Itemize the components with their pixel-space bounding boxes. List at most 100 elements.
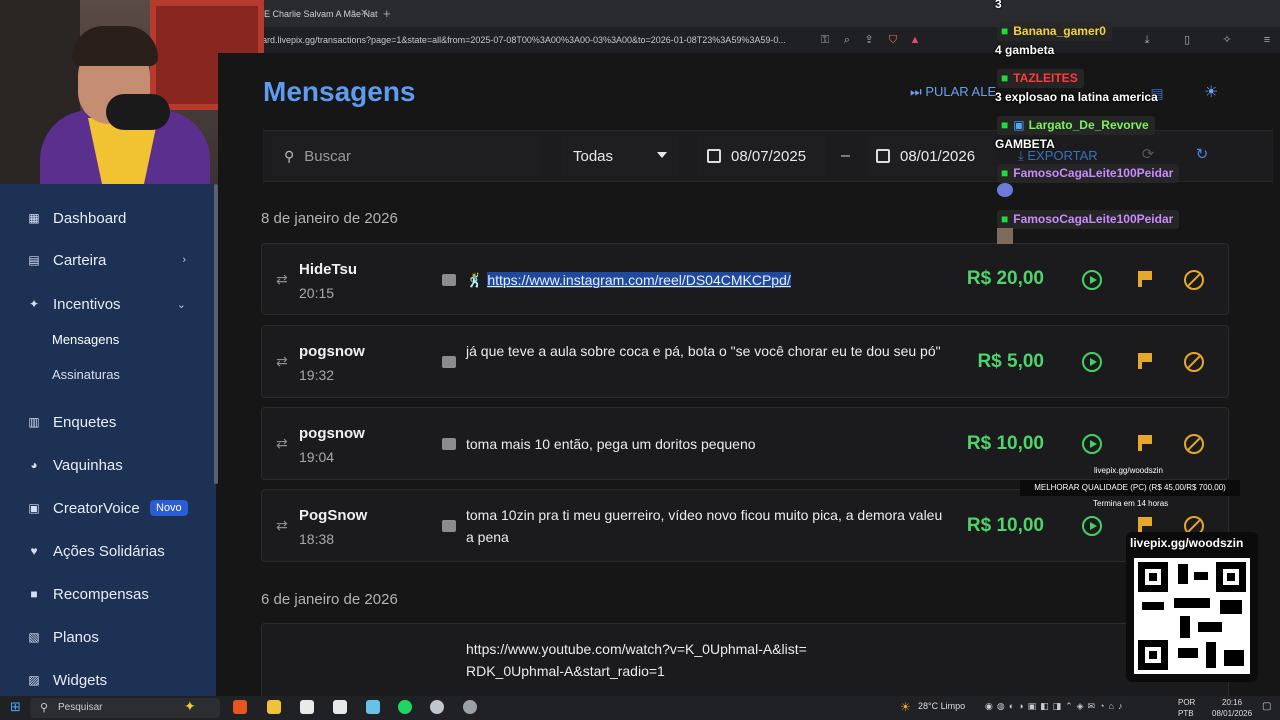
- qr-finder: [1138, 640, 1168, 670]
- skip-icon: ⏭: [910, 84, 926, 99]
- message-link[interactable]: https://www.instagram.com/reel/DS04CMKCP…: [487, 272, 791, 288]
- message-icon: [442, 274, 456, 286]
- row-user: PogSnow: [299, 507, 368, 524]
- file-explorer-icon[interactable]: [267, 700, 281, 714]
- brave-browser-icon[interactable]: [233, 700, 247, 714]
- tray-icons[interactable]: ◉◍◐◑▣◧◨⌃◈✉◔⌂♪: [985, 701, 1126, 712]
- download-icon[interactable]: ⤓: [1140, 33, 1154, 47]
- new-badge: Novo: [150, 500, 188, 516]
- block-icon[interactable]: [1184, 352, 1204, 372]
- message-icon: [442, 520, 456, 532]
- spotify-icon[interactable]: [398, 700, 412, 714]
- qr-module: [1198, 622, 1222, 632]
- chat-badge-icon: ■: [1001, 24, 1009, 38]
- sidebar-item-label: Carteira: [53, 251, 107, 269]
- sidebar-item-carteira[interactable]: ▤ Carteira ›: [0, 242, 212, 278]
- chat-message: GAMBETA: [995, 137, 1055, 151]
- sync-icon[interactable]: ⟳: [1141, 147, 1155, 162]
- transaction-row[interactable]: https://www.youtube.com/watch?v=K_0Uphma…: [261, 623, 1229, 696]
- row-time: 19:32: [299, 367, 335, 383]
- sidebar-subitem-assinaturas[interactable]: Assinaturas: [52, 367, 120, 382]
- language-indicator[interactable]: POR PTB: [1178, 697, 1195, 719]
- sidebar-item-creatorvoice[interactable]: ▣ CreatorVoice Novo: [0, 490, 212, 526]
- plans-icon: ▧: [28, 630, 40, 644]
- replay-icon[interactable]: [1082, 434, 1102, 454]
- theme-sun-icon[interactable]: ☀: [1204, 85, 1218, 101]
- chat-message: 4 gambeta: [995, 43, 1055, 57]
- block-icon[interactable]: [1184, 434, 1204, 454]
- voice-icon: ▣: [28, 501, 40, 515]
- app-icon[interactable]: [333, 700, 347, 714]
- date-separator: –: [841, 147, 850, 164]
- sidebar-item-enquetes[interactable]: ▥ Enquetes: [0, 404, 212, 440]
- skip-alert-label: PULAR ALE: [925, 84, 997, 99]
- dashboard-icon: ▦: [28, 211, 40, 225]
- copilot-icon[interactable]: ✦: [184, 698, 196, 715]
- qr-module: [1224, 650, 1244, 666]
- date-group-heading: 6 de janeiro de 2026: [261, 591, 398, 608]
- app-icon[interactable]: [300, 700, 314, 714]
- sidebar-item-dashboard[interactable]: ▦ Dashboard: [0, 200, 212, 236]
- qr-module: [1178, 648, 1198, 658]
- calendar-icon: [876, 149, 890, 163]
- notifications-icon[interactable]: ▢: [1262, 701, 1271, 712]
- sidebar-item-label: Vaquinhas: [53, 456, 123, 474]
- sidebar-item-acoes-solidarias[interactable]: ♥ Ações Solidárias: [0, 533, 212, 569]
- refresh-icon[interactable]: ↻: [1195, 147, 1209, 162]
- language-code: POR: [1178, 698, 1196, 707]
- row-amount: R$ 20,00: [966, 268, 1044, 289]
- row-amount: R$ 10,00: [966, 433, 1044, 454]
- qr-module: [1194, 572, 1208, 580]
- date-from-field[interactable]: 08/07/2025: [697, 136, 825, 176]
- extensions-icon[interactable]: ✧: [1220, 33, 1234, 47]
- close-tab-icon[interactable]: ✕: [360, 3, 368, 25]
- share-icon[interactable]: ⇪: [862, 33, 876, 47]
- search-field[interactable]: ⚲ Buscar: [272, 136, 542, 176]
- sidebar-item-label: Dashboard: [53, 209, 127, 227]
- weather-icon: ☀: [900, 700, 911, 714]
- flag-icon[interactable]: [1138, 517, 1152, 533]
- clock[interactable]: 20:16 08/01/2026: [1212, 697, 1252, 719]
- key-icon[interactable]: ⚿: [818, 33, 832, 47]
- obs-icon[interactable]: [463, 700, 477, 714]
- transaction-row[interactable]: ⇄ pogsnow 19:32 já que teve a aula sobre…: [261, 325, 1229, 398]
- menu-icon[interactable]: ≡: [1260, 33, 1274, 47]
- transaction-row[interactable]: ⇄ PogSnow 18:38 toma 10zin pra ti meu gu…: [261, 489, 1229, 562]
- replay-icon[interactable]: [1082, 516, 1102, 536]
- date-to-field[interactable]: 08/01/2026: [866, 136, 996, 176]
- dance-emoji: 🕺: [466, 272, 484, 288]
- new-tab-icon[interactable]: +: [383, 3, 391, 25]
- qr-module: [1180, 616, 1190, 638]
- windows-start-icon[interactable]: ⊞: [10, 700, 24, 714]
- app-icon[interactable]: [430, 700, 444, 714]
- zoom-icon[interactable]: ⌕: [840, 33, 854, 47]
- brave-shield-icon[interactable]: ⛉: [886, 33, 900, 47]
- row-user: HideTsu: [299, 261, 358, 278]
- sidebar-item-vaquinhas[interactable]: ◕ Vaquinhas: [0, 447, 212, 483]
- replay-icon[interactable]: [1082, 270, 1102, 290]
- status-select[interactable]: Todas: [561, 136, 679, 176]
- transaction-row[interactable]: ⇄ pogsnow 19:04 toma mais 10 então, pega…: [261, 407, 1229, 480]
- sidebar-toggle-icon[interactable]: ▯: [1180, 33, 1194, 47]
- transaction-row[interactable]: ⇄ HideTsu 20:15 🕺 https://www.instagram.…: [261, 243, 1229, 315]
- sidebar-item-widgets[interactable]: ▨ Widgets: [0, 662, 212, 698]
- url-field[interactable]: ard.livepix.gg/transactions?page=1&state…: [262, 30, 812, 50]
- wallet-icon: ▤: [28, 253, 40, 267]
- skip-alert-button[interactable]: ⏭ PULAR ALE: [910, 84, 996, 100]
- rewards-icon[interactable]: ▲: [908, 33, 922, 47]
- block-icon[interactable]: [1184, 270, 1204, 290]
- chat-emote: [997, 228, 1013, 244]
- flag-icon[interactable]: [1138, 353, 1152, 369]
- qr-module: [1206, 642, 1216, 668]
- clock-date: 08/01/2026: [1212, 709, 1253, 718]
- flag-icon[interactable]: [1138, 271, 1152, 287]
- app-icon[interactable]: [366, 700, 380, 714]
- sidebar-item-planos[interactable]: ▧ Planos: [0, 619, 212, 655]
- widgets-icon: ▨: [28, 673, 40, 687]
- row-message: toma 10zin pra ti meu guerreiro, vídeo n…: [466, 507, 943, 545]
- replay-icon[interactable]: [1082, 352, 1102, 372]
- sidebar-item-recompensas[interactable]: ■ Recompensas: [0, 576, 212, 612]
- sidebar-subitem-mensagens[interactable]: Mensagens: [52, 332, 119, 347]
- sidebar-item-incentivos[interactable]: ✦ Incentivos ⌄: [0, 286, 212, 322]
- flag-icon[interactable]: [1138, 435, 1152, 451]
